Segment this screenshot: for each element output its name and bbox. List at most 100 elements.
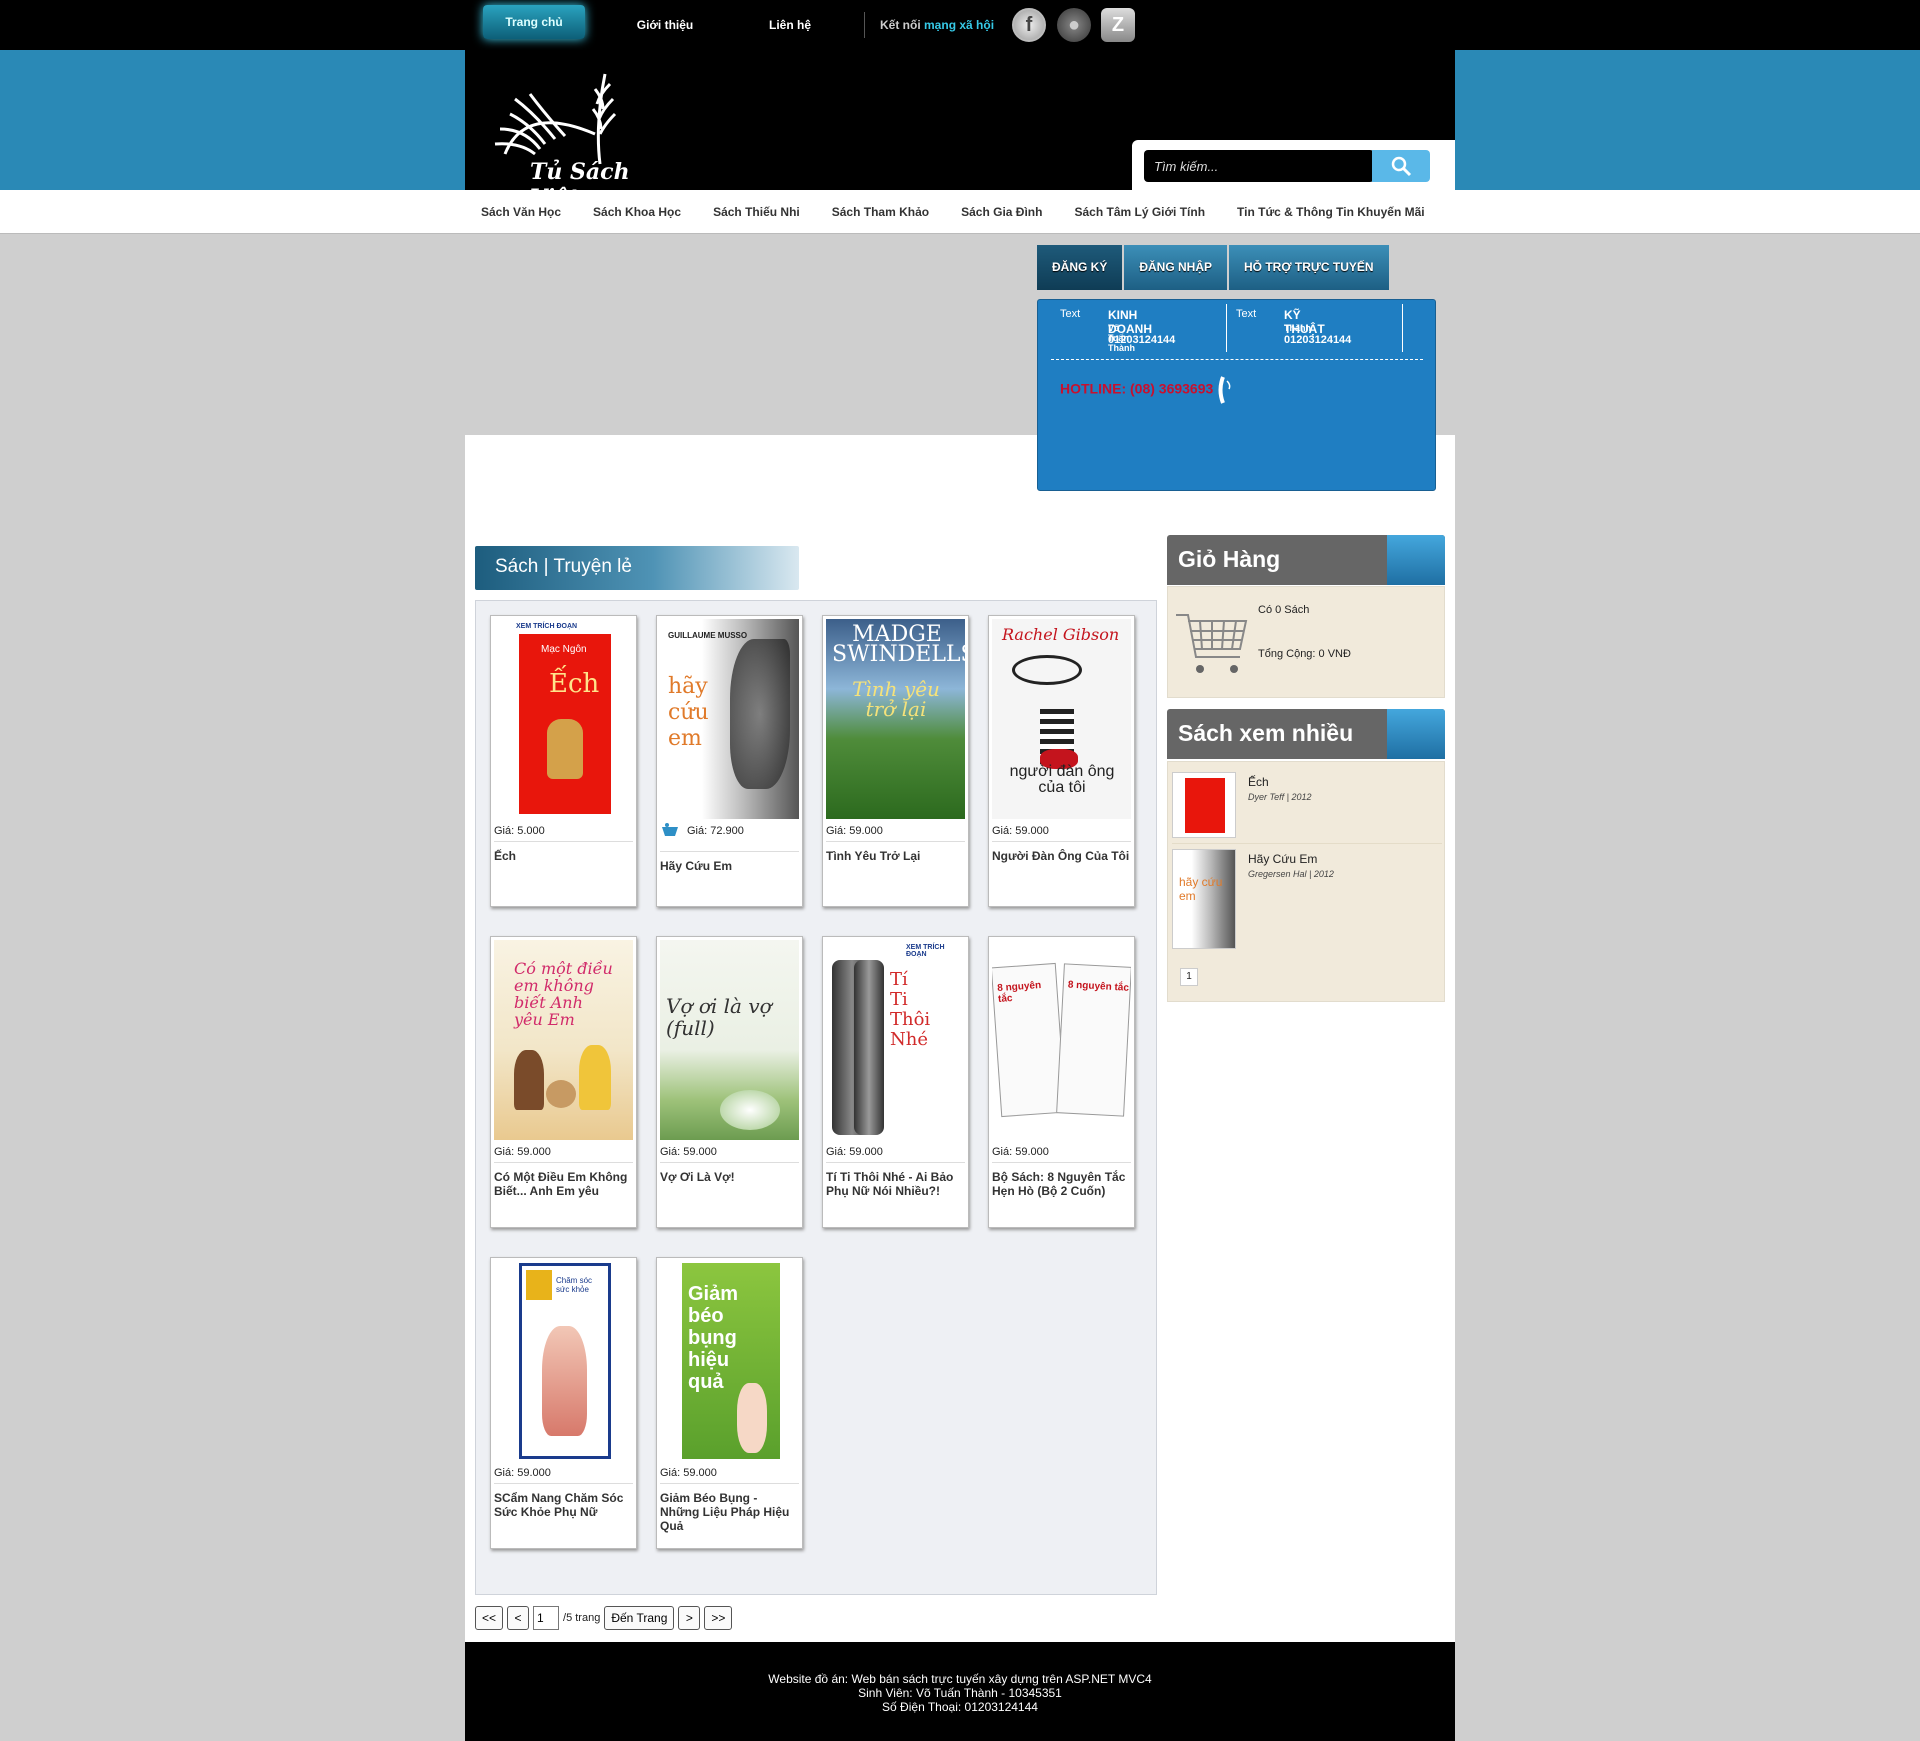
book-price: Giá: 72.900	[687, 825, 744, 837]
book-title[interactable]: Giảm Béo Bụng - Những Liệu Pháp Hiệu Quả	[660, 1491, 799, 1533]
bird-icon[interactable]: ●	[1057, 8, 1091, 42]
book-title[interactable]: Người Đàn Ông Của Tôi	[992, 849, 1131, 863]
divider	[826, 1162, 965, 1163]
hotline: HOTLINE: (08) 3693693	[1060, 375, 1235, 405]
book-title[interactable]: SCẩm Nang Chăm Sóc Sức Khỏe Phụ Nữ	[494, 1491, 633, 1519]
category-van-hoc[interactable]: Sách Văn Học	[465, 190, 577, 234]
book-title[interactable]: Bộ Sách: 8 Nguyên Tắc Hẹn Hò (Bộ 2 Cuốn)	[992, 1170, 1131, 1198]
page-number-input[interactable]	[533, 1606, 560, 1630]
book-cover[interactable]: Có một điều em không biết Anh yêu Em	[494, 940, 633, 1140]
tab-login[interactable]: ĐĂNG NHẬP	[1124, 245, 1228, 290]
page-total: /5 trang	[563, 1612, 601, 1624]
divider	[494, 1483, 633, 1484]
book-card[interactable]: MADGE SWINDELLS Tình yêu trở lại Giá: 59…	[822, 615, 969, 907]
book-cover[interactable]: MADGE SWINDELLS Tình yêu trở lại	[826, 619, 965, 819]
popular-item[interactable]: Ếch Dyer Teff | 2012	[1172, 772, 1442, 838]
popular-header: Sách xem nhiều	[1167, 709, 1445, 759]
book-card[interactable]: 8 nguyên tắc 8 nguyên tắc Giá: 59.000 Bộ…	[988, 936, 1135, 1228]
book-title[interactable]: Tình Yêu Trở Lại	[826, 849, 965, 863]
book-title[interactable]: Hãy Cứu Em	[660, 859, 799, 873]
book-cover[interactable]: 8 nguyên tắc 8 nguyên tắc	[992, 940, 1131, 1140]
divider	[992, 1162, 1131, 1163]
category-tham-khao[interactable]: Sách Tham Khảo	[816, 190, 945, 234]
popular-thumb[interactable]	[1172, 772, 1236, 838]
tab-online-support[interactable]: HỖ TRỢ TRỰC TUYẾN	[1229, 245, 1389, 290]
cart-icon[interactable]	[661, 822, 679, 838]
popular-title-text[interactable]: Hãy Cứu Em	[1248, 852, 1317, 866]
zing-icon[interactable]: Z	[1101, 8, 1135, 42]
popular-page-button[interactable]: 1	[1180, 968, 1198, 986]
book-cover[interactable]: GUILLAUME MUSSO hãy cứu em	[660, 619, 799, 819]
shopping-cart-icon[interactable]	[1174, 607, 1250, 683]
footer-text: Website đồ án: Web bán sách trực tuyến x…	[768, 1672, 1152, 1686]
social-label: Kết nối mạng xã hội	[880, 18, 995, 32]
book-card[interactable]: XEM TRÍCH ĐOẠN Mạc Ngôn Ếch Giá: 5.000 Ế…	[490, 615, 637, 907]
nav-about[interactable]: Giới thiệu	[623, 14, 707, 36]
book-cover[interactable]: Giảm béo bụng hiệu quả	[660, 1261, 799, 1461]
divider	[660, 851, 799, 852]
book-price: Giá: 59.000	[826, 825, 883, 837]
phone-icon	[1218, 376, 1231, 404]
book-title[interactable]: Có Một Điều Em Không Biết... Anh Em yêu	[494, 1170, 633, 1198]
book-card[interactable]: XEM TRÍCH ĐOẠN Tí Ti Thôi Nhé Giá: 59.00…	[822, 936, 969, 1228]
book-price: Giá: 59.000	[826, 1146, 883, 1158]
search-button[interactable]	[1372, 150, 1430, 182]
popular-item[interactable]: hãy cứu em Hãy Cứu Em Gregersen Hal | 20…	[1172, 849, 1442, 949]
divider	[1172, 843, 1442, 844]
next-page-button[interactable]: >	[678, 1606, 701, 1630]
search-box	[1132, 140, 1455, 190]
popular-meta: Gregersen Hal | 2012	[1248, 869, 1334, 879]
book-card[interactable]: Giảm béo bụng hiệu quả Giá: 59.000 Giảm …	[656, 1257, 803, 1549]
support-phone: 01203124144	[1108, 334, 1176, 346]
go-to-page-button[interactable]: Đến Trang	[604, 1606, 675, 1630]
support-image-alt: Text	[1060, 308, 1081, 320]
book-card[interactable]: Có một điều em không biết Anh yêu Em Giá…	[490, 936, 637, 1228]
divider	[660, 1162, 799, 1163]
book-price: Giá: 59.000	[992, 825, 1049, 837]
logo[interactable]: Tủ Sách Việt	[485, 64, 635, 211]
section-title: Sách | Truyện lẻ	[495, 556, 632, 577]
popular-thumb[interactable]: hãy cứu em	[1172, 849, 1236, 949]
divider	[494, 1162, 633, 1163]
book-card[interactable]: Vợ ơi là vợ (full) Giá: 59.000 Vợ Ơi Là …	[656, 936, 803, 1228]
section-header: Sách | Truyện lẻ	[475, 546, 799, 590]
support-phone: 01203124144	[1284, 334, 1352, 346]
popular-box: Ếch Dyer Teff | 2012 hãy cứu em Hãy Cứu …	[1167, 761, 1445, 1002]
book-price: Giá: 59.000	[992, 1146, 1049, 1158]
category-khoa-hoc[interactable]: Sách Khoa Học	[577, 190, 697, 234]
support-panel: Text KINH DOANH Võ Tuấn Thành 0120312414…	[1037, 299, 1436, 491]
tab-register[interactable]: ĐĂNG KÝ	[1037, 245, 1123, 290]
book-cover[interactable]: Vợ ơi là vợ (full)	[660, 940, 799, 1140]
book-card[interactable]: GUILLAUME MUSSO hãy cứu em Giá: 72.900 H…	[656, 615, 803, 907]
facebook-icon[interactable]: f	[1012, 8, 1046, 42]
footer-text: Sinh Viên: Võ Tuấn Thành - 10345351	[858, 1686, 1062, 1700]
category-thieu-nhi[interactable]: Sách Thiếu Nhi	[697, 190, 816, 234]
dashed-divider	[1051, 359, 1423, 360]
search-input[interactable]	[1144, 150, 1374, 182]
book-price: Giá: 59.000	[494, 1146, 551, 1158]
nav-home[interactable]: Trang chủ	[483, 5, 585, 39]
category-tin-tuc[interactable]: Tin Tức & Thông Tin Khuyến Mãi	[1221, 190, 1441, 234]
footer-text: Số Điện Thoại: 01203124144	[882, 1700, 1038, 1714]
top-nav: Trang chủ Giới thiệu Liên hệ Kết nối mạn…	[465, 0, 1455, 50]
last-page-button[interactable]: >>	[704, 1606, 733, 1630]
book-title[interactable]: Tí Ti Thôi Nhé - Ai Bảo Phụ Nữ Nói Nhiều…	[826, 1170, 965, 1198]
book-cover[interactable]: Chăm sóc sức khỏe	[494, 1261, 633, 1461]
book-title[interactable]: Vợ Ơi Là Vợ!	[660, 1170, 799, 1184]
category-gia-dinh[interactable]: Sách Gia Đình	[945, 190, 1058, 234]
book-cover[interactable]: XEM TRÍCH ĐOẠN Mạc Ngôn Ếch	[494, 619, 633, 819]
cart-header: Giỏ Hàng	[1167, 535, 1445, 585]
book-cover[interactable]: Rachel Gibson người đàn ông của tôi	[992, 619, 1131, 819]
nav-contact[interactable]: Liên hệ	[760, 14, 820, 36]
popular-title-text[interactable]: Ếch	[1248, 775, 1269, 789]
book-title[interactable]: Ếch	[494, 849, 633, 863]
cart-box: Có 0 Sách Tổng Cộng: 0 VNĐ	[1167, 586, 1445, 698]
book-price: Giá: 59.000	[494, 1467, 551, 1479]
book-card[interactable]: Rachel Gibson người đàn ông của tôi Giá:…	[988, 615, 1135, 907]
header: Tủ Sách Việt	[465, 50, 1455, 211]
book-cover[interactable]: XEM TRÍCH ĐOẠN Tí Ti Thôi Nhé	[826, 940, 965, 1140]
category-tam-ly[interactable]: Sách Tâm Lý Giới Tính	[1058, 190, 1221, 234]
first-page-button[interactable]: <<	[475, 1606, 504, 1630]
book-card[interactable]: Chăm sóc sức khỏe Giá: 59.000 SCẩm Nang …	[490, 1257, 637, 1549]
prev-page-button[interactable]: <	[507, 1606, 530, 1630]
